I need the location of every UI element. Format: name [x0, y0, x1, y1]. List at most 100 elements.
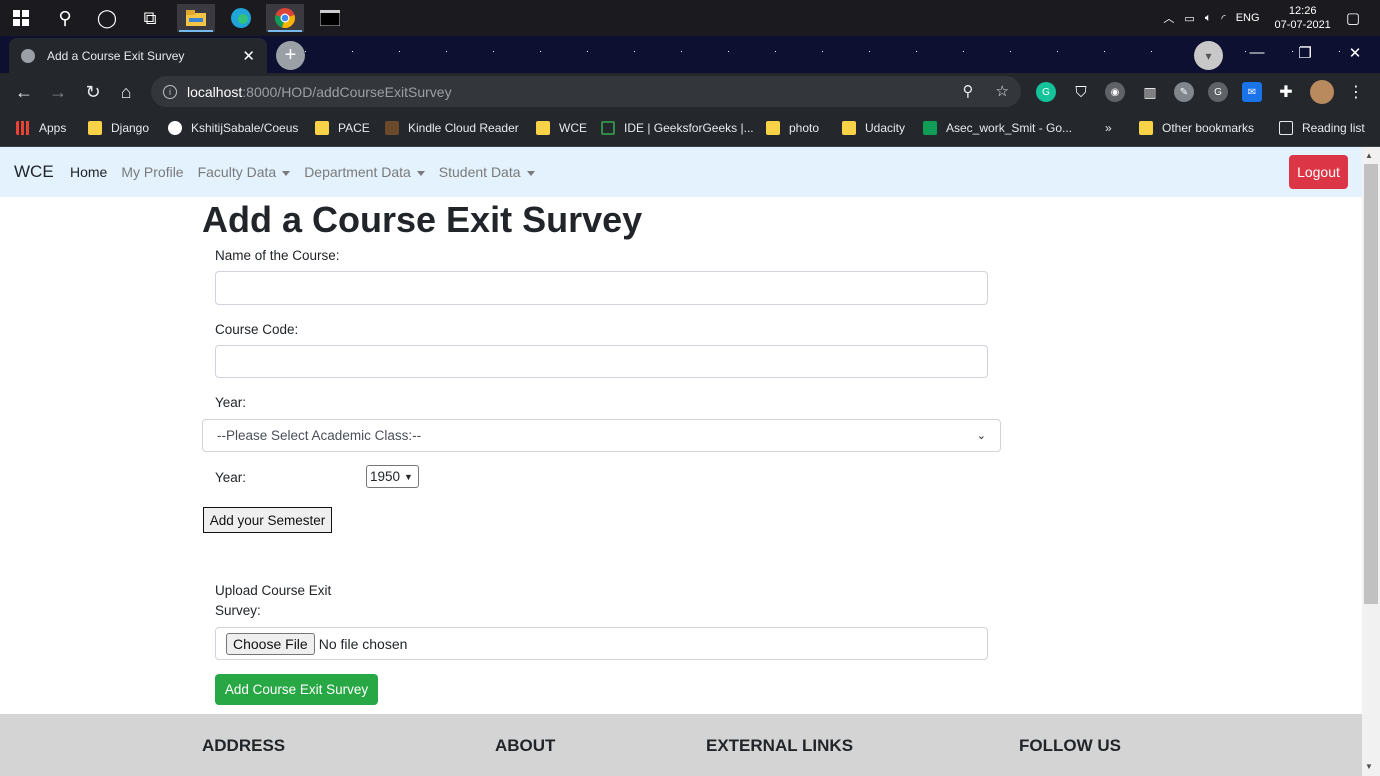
file-explorer-icon[interactable]	[177, 4, 215, 32]
bookmark-label: Apps	[39, 121, 67, 135]
bookmark-label: Udacity	[865, 121, 906, 135]
info-icon[interactable]: i	[163, 84, 177, 99]
forward-icon[interactable]: →	[44, 78, 72, 106]
year-select-value: 1950	[370, 469, 401, 484]
close-window-icon[interactable]: ✕	[1332, 36, 1378, 69]
scroll-up-icon[interactable]: ▲	[1365, 151, 1373, 160]
academic-class-select[interactable]: --Please Select Academic Class:-- ⌄	[202, 419, 1001, 452]
scrollbar-thumb[interactable]	[1364, 164, 1378, 604]
bookmark-label: Asec_work_Smit - Go...	[946, 121, 1073, 135]
menu-icon[interactable]: ⋮	[1346, 82, 1366, 102]
reload-icon[interactable]: ↻	[79, 78, 107, 106]
clock[interactable]: 12:26 07-07-2021	[1275, 4, 1331, 32]
extension-mail-icon[interactable]: ✉	[1242, 82, 1262, 102]
edge-icon[interactable]	[222, 4, 260, 32]
minimize-icon[interactable]: —	[1234, 36, 1280, 69]
grammarly-icon[interactable]: G	[1036, 82, 1056, 102]
extension-leaf-icon[interactable]: ✎	[1174, 82, 1194, 102]
wifi-icon[interactable]: ◜	[1221, 12, 1225, 25]
file-upload-field[interactable]: Choose File No file chosen	[215, 627, 988, 660]
folder-icon	[842, 121, 856, 135]
tab-search-icon[interactable]: ▾	[1194, 41, 1223, 70]
scroll-down-icon[interactable]: ▼	[1365, 762, 1373, 771]
more-bookmarks-icon[interactable]: »	[1105, 119, 1112, 137]
browser-tab[interactable]: Add a Course Exit Survey ✕	[9, 38, 267, 73]
nav-faculty-data-label: Faculty Data	[197, 164, 277, 180]
language-indicator[interactable]: ENG	[1236, 12, 1260, 24]
bookmark-coeus[interactable]: KshitijSabale/Coeus	[168, 119, 298, 137]
cortana-icon[interactable]: ◯	[88, 4, 126, 32]
zoom-icon[interactable]: ⚲	[963, 82, 974, 100]
bookmark-asec-work[interactable]: Asec_work_Smit - Go...	[923, 119, 1072, 137]
task-view-icon[interactable]: ⧉	[131, 4, 169, 32]
page-title: Add a Course Exit Survey	[202, 199, 643, 240]
folder-icon	[1139, 121, 1153, 135]
chrome-icon[interactable]	[266, 4, 304, 32]
add-course-exit-survey-button[interactable]: Add Course Exit Survey	[215, 674, 378, 705]
kindle-icon	[385, 121, 399, 135]
shield-icon[interactable]: ⛉	[1071, 82, 1091, 102]
restore-icon[interactable]: ❐	[1282, 36, 1328, 69]
globe-icon	[21, 48, 35, 63]
apps-grid-icon	[16, 121, 30, 135]
nav-faculty-data[interactable]: Faculty Data	[198, 164, 291, 180]
bookmark-geeksforgeeks[interactable]: IDE | GeeksforGeeks |...	[601, 119, 754, 137]
address-bar[interactable]: i localhost:8000/HOD/addCourseExitSurvey…	[151, 76, 1021, 107]
bookmark-kindle[interactable]: Kindle Cloud Reader	[385, 119, 519, 137]
folder-icon	[88, 121, 102, 135]
no-file-text: No file chosen	[318, 635, 408, 652]
caret-down-icon	[526, 170, 535, 176]
footer-heading-about: ABOUT	[495, 736, 556, 755]
bookmark-star-icon[interactable]: ☆	[996, 82, 1009, 100]
bookmark-label: WCE	[559, 121, 587, 135]
bookmark-other[interactable]: Other bookmarks	[1139, 119, 1254, 137]
chevron-up-icon[interactable]: ︿	[1163, 10, 1174, 26]
add-semester-button[interactable]: Add your Semester	[203, 507, 332, 533]
url-path: :8000/HOD/addCourseExitSurvey	[242, 83, 452, 100]
windows-taskbar: ⚲ ◯ ⧉ ︿ ▭ 🔈︎ ◜ ENG 12:26 07-07-2021 ▢	[0, 0, 1380, 36]
bookmark-apps[interactable]: Apps	[16, 119, 66, 137]
bookmark-django[interactable]: Django	[88, 119, 149, 137]
windows-start-icon[interactable]	[2, 4, 40, 32]
new-tab-button[interactable]: +	[276, 41, 305, 70]
reading-list[interactable]: Reading list	[1279, 119, 1365, 137]
back-icon[interactable]: ←	[10, 78, 38, 106]
nav-department-data[interactable]: Department Data	[304, 164, 425, 180]
year-select[interactable]: 1950 ▼	[366, 465, 419, 488]
brand[interactable]: WCE	[14, 162, 54, 182]
volume-icon[interactable]: 🔈︎	[1205, 12, 1212, 25]
logout-button[interactable]: Logout	[1289, 155, 1348, 189]
reading-list-icon	[1279, 121, 1293, 135]
clock-time: 12:26	[1288, 5, 1317, 17]
bookmark-pace[interactable]: PACE	[315, 119, 370, 137]
notification-icon[interactable]: ▢	[1346, 9, 1360, 27]
close-tab-icon[interactable]: ✕	[242, 47, 255, 65]
search-icon[interactable]: ⚲	[46, 4, 84, 32]
battery-icon[interactable]: ▭	[1184, 12, 1194, 25]
bookmark-udacity[interactable]: Udacity	[842, 119, 905, 137]
upload-label-line1: Upload Course Exit	[215, 583, 332, 598]
bookmark-label: Other bookmarks	[1162, 121, 1255, 135]
extension-icon[interactable]: ◉	[1105, 82, 1125, 102]
puzzle-icon[interactable]: ✚	[1276, 82, 1296, 102]
profile-avatar[interactable]	[1310, 80, 1334, 104]
course-name-input[interactable]	[215, 271, 988, 305]
nav-home[interactable]: Home	[70, 164, 107, 180]
extension-g-icon[interactable]: G	[1208, 82, 1228, 102]
course-code-input[interactable]	[215, 345, 988, 378]
nav-my-profile[interactable]: My Profile	[121, 164, 183, 180]
system-tray: ︿ ▭ 🔈︎ ◜ ENG 12:26 07-07-2021 ▢	[1158, 0, 1380, 36]
choose-file-button[interactable]: Choose File	[226, 632, 315, 655]
folder-icon	[536, 121, 550, 135]
terminal-icon[interactable]	[311, 4, 349, 32]
reader-icon[interactable]: ▥	[1140, 82, 1160, 102]
footer-heading-follow-us: FOLLOW US	[1019, 736, 1121, 755]
bookmark-wce[interactable]: WCE	[536, 119, 587, 137]
bookmark-photo[interactable]: photo	[766, 119, 819, 137]
nav-student-data[interactable]: Student Data	[439, 164, 535, 180]
footer-heading-external-links: EXTERNAL LINKS	[706, 736, 854, 755]
home-icon[interactable]: ⌂	[112, 78, 140, 106]
academic-class-value: --Please Select Academic Class:--	[217, 428, 422, 443]
browser-toolbar: ← → ↻ ⌂ i localhost:8000/HOD/addCourseEx…	[0, 73, 1380, 110]
folder-icon	[315, 121, 329, 135]
